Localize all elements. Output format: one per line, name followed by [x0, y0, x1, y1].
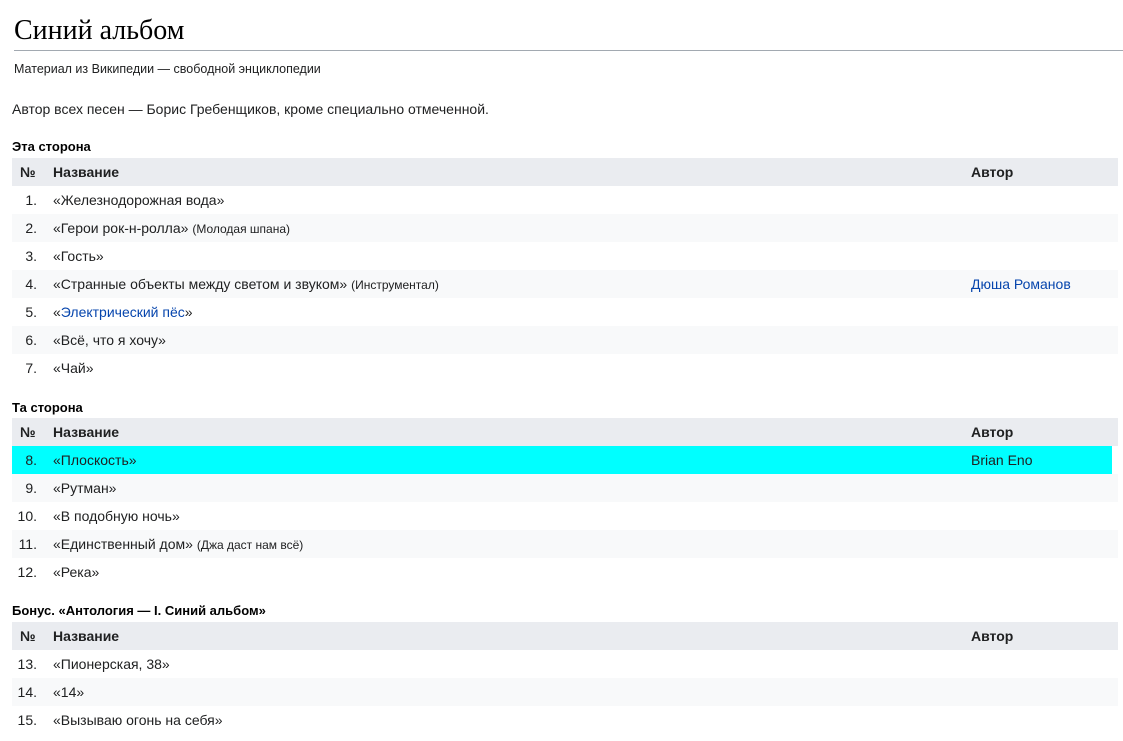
track-row: 14. «14»	[12, 678, 1118, 706]
track-title-text: «Гость»	[53, 248, 104, 264]
tracklist-header-row: № Название Автор	[12, 418, 1118, 446]
track-title-text: «Единственный дом»	[53, 536, 193, 552]
column-header-author: Автор	[971, 628, 1014, 644]
track-title-text: «Железнодорожная вода»	[53, 192, 225, 208]
track-row: 12. «Река»	[12, 558, 1118, 586]
track-title-text: «Герои рок-н-ролла»	[53, 220, 189, 236]
track-number: 13.	[17, 656, 37, 672]
track-title-text-end: »	[184, 304, 193, 320]
tracklist-header-row: № Название Автор	[12, 622, 1118, 650]
track-number: 3.	[25, 248, 37, 264]
tracklist-side-a: № Название Автор 1. «Железнодорожная вода» 2.…	[12, 158, 1118, 382]
track-title: «Плоскость»	[53, 446, 137, 474]
track-number: 14.	[17, 684, 37, 700]
section-title-bonus: Бонус. «Антология — I. Синий альбом»	[12, 603, 266, 618]
column-header-number: №	[20, 164, 36, 180]
track-number: 5.	[25, 304, 37, 320]
track-title-text: «Плоскость»	[53, 452, 137, 468]
track-note: (Джа даст нам всё)	[196, 538, 304, 552]
intro-paragraph: Автор всех песен — Борис Гребенщиков, кр…	[12, 101, 489, 117]
track-title-text: «	[53, 304, 61, 320]
track-title: «Пионерская, 38»	[53, 650, 170, 678]
track-note: (Молодая шпана)	[192, 222, 291, 236]
track-title: «Вызываю огонь на себя»	[53, 706, 223, 734]
track-row: 13. «Пионерская, 38»	[12, 650, 1118, 678]
track-number: 11.	[18, 536, 37, 552]
article-page: Синий альбом Материал из Википедии — сво…	[0, 0, 1123, 741]
track-row: 3. «Гость»	[12, 242, 1118, 270]
track-title-text: «Чай»	[53, 360, 94, 376]
track-title-text: «В подобную ночь»	[53, 508, 180, 524]
page-title: Синий альбом	[14, 14, 1123, 51]
column-header-name: Название	[53, 164, 120, 180]
track-author: Brian Eno	[971, 452, 1033, 468]
track-row: 9. «Рутман»	[12, 474, 1118, 502]
column-header-name: Название	[53, 628, 120, 644]
column-header-number: №	[20, 628, 36, 644]
track-row-highlighted: 8. «Плоскость» Brian Eno	[12, 446, 1112, 474]
track-title: «14»	[53, 678, 84, 706]
column-header-author: Автор	[971, 164, 1014, 180]
column-header-name: Название	[53, 424, 120, 440]
track-title: «Странные объекты между светом и звуком»…	[53, 270, 439, 299]
track-number: 15.	[17, 712, 37, 728]
track-row: 5. «Электрический пёс»	[12, 298, 1118, 326]
track-title-text: «Пионерская, 38»	[53, 656, 170, 672]
track-row: 1. «Железнодорожная вода»	[12, 186, 1118, 214]
track-title: «Электрический пёс»	[53, 298, 193, 326]
track-title-text: «Странные объекты между светом и звуком»	[53, 276, 348, 292]
tracklist-header-row: № Название Автор	[12, 158, 1118, 186]
track-number: 7.	[25, 360, 37, 376]
track-title-text: «Рутман»	[53, 480, 117, 496]
page-tagline: Материал из Википедии — свободной энцикл…	[14, 62, 321, 76]
track-row: 15. «Вызываю огонь на себя»	[12, 706, 1118, 734]
track-title: «Река»	[53, 558, 99, 586]
track-number: 4.	[25, 276, 37, 292]
track-title: «Железнодорожная вода»	[53, 186, 224, 214]
track-number: 9.	[25, 480, 37, 496]
track-row: 2. «Герои рок-н-ролла» (Молодая шпана)	[12, 214, 1118, 242]
track-title-text: «14»	[53, 684, 85, 700]
column-header-number: №	[20, 424, 36, 440]
section-title-side-a: Эта сторона	[12, 139, 91, 154]
track-row: 11. «Единственный дом» (Джа даст нам всё)	[12, 530, 1118, 558]
track-title-text: «Река»	[53, 564, 100, 580]
track-number: 1.	[25, 192, 37, 208]
track-number: 8.	[25, 452, 37, 468]
track-number: 2.	[25, 220, 37, 236]
track-title: «Всё, что я хочу»	[53, 326, 166, 354]
track-title: «Рутман»	[53, 474, 116, 502]
track-title-text: «Всё, что я хочу»	[53, 332, 166, 348]
track-number: 10.	[17, 508, 37, 524]
tracklist-side-b: № Название Автор 8. «Плоскость» Brian Eno 9. «Р…	[12, 418, 1118, 586]
track-number: 12.	[17, 564, 37, 580]
track-row: 7. «Чай»	[12, 354, 1118, 382]
track-row: 6. «Всё, что я хочу»	[12, 326, 1118, 354]
track-row: 10. «В подобную ночь»	[12, 502, 1118, 530]
track-title: «Гость»	[53, 242, 104, 270]
track-row: 4. «Странные объекты между светом и звуко…	[12, 270, 1118, 298]
track-title: «В подобную ночь»	[53, 502, 180, 530]
section-title-side-b: Та сторона	[12, 400, 83, 415]
track-title: «Герои рок-н-ролла» (Молодая шпана)	[53, 214, 290, 243]
tracklist-bonus: № Название Автор 13. «Пионерская, 38» 14. «14»…	[12, 622, 1118, 734]
track-title-link[interactable]: Электрический пёс	[61, 304, 185, 320]
track-title-text: «Вызываю огонь на себя»	[53, 712, 223, 728]
column-header-author: Автор	[971, 424, 1014, 440]
track-title: «Единственный дом» (Джа даст нам всё)	[53, 530, 303, 559]
track-title: «Чай»	[53, 354, 94, 382]
track-note: (Инструментал)	[351, 278, 439, 292]
track-number: 6.	[25, 332, 37, 348]
track-author-link[interactable]: Дюша Романов	[971, 270, 1071, 298]
